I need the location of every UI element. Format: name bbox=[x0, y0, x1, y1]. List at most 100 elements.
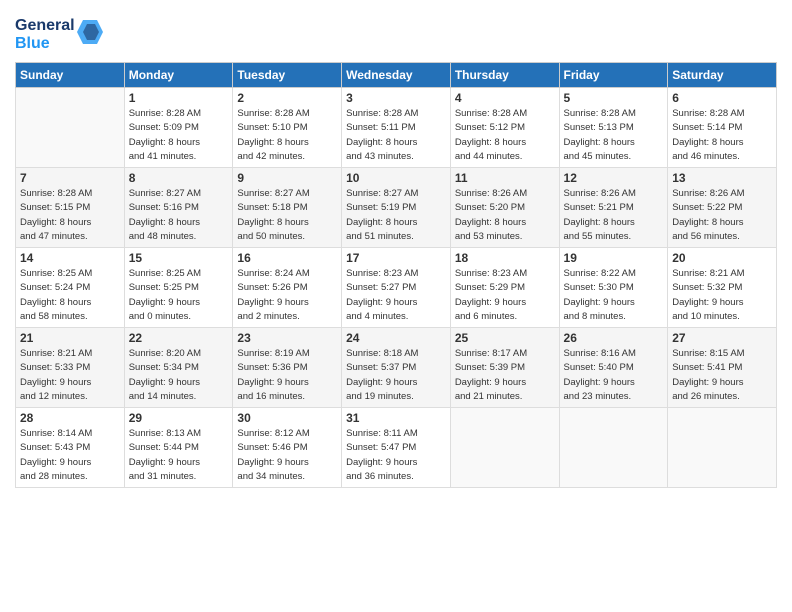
day-info: Sunrise: 8:28 AMSunset: 5:10 PMDaylight:… bbox=[237, 107, 337, 164]
svg-text:Blue: Blue bbox=[15, 35, 50, 52]
calendar-cell: 18 Sunrise: 8:23 AMSunset: 5:29 PMDayligh… bbox=[450, 248, 559, 328]
calendar-cell: 4 Sunrise: 8:28 AMSunset: 5:12 PMDaylight… bbox=[450, 88, 559, 168]
day-info: Sunrise: 8:17 AMSunset: 5:39 PMDaylight:… bbox=[455, 347, 555, 404]
calendar-cell: 8Sunrise: 8:27 AMSunset: 5:16 PMDaylight… bbox=[124, 168, 233, 248]
calendar-cell: 23 Sunrise: 8:19 AMSunset: 5:36 PMDayligh… bbox=[233, 328, 342, 408]
page-header: General Blue bbox=[15, 10, 777, 54]
day-info: Sunrise: 8:28 AMSunset: 5:09 PMDaylight:… bbox=[129, 107, 229, 164]
calendar-cell: 19 Sunrise: 8:22 AMSunset: 5:30 PMDayligh… bbox=[559, 248, 668, 328]
day-number: 14 bbox=[20, 251, 120, 265]
week-row-1: 1 Sunrise: 8:28 AMSunset: 5:09 PMDaylight… bbox=[16, 88, 777, 168]
day-number: 5 bbox=[564, 91, 664, 105]
week-row-2: 7 Sunrise: 8:28 AMSunset: 5:15 PMDaylight… bbox=[16, 168, 777, 248]
day-number: 27 bbox=[672, 331, 772, 345]
day-info: Sunrise: 8:23 AMSunset: 5:29 PMDaylight:… bbox=[455, 267, 555, 324]
day-number: 2 bbox=[237, 91, 337, 105]
calendar-cell: 6Sunrise: 8:28 AMSunset: 5:14 PMDaylight… bbox=[668, 88, 777, 168]
day-number: 1 bbox=[129, 91, 229, 105]
day-info: Sunrise: 8:26 AMSunset: 5:21 PMDaylight:… bbox=[564, 187, 664, 244]
day-number: 30 bbox=[237, 411, 337, 425]
day-number: 24 bbox=[346, 331, 446, 345]
calendar-cell: 13 Sunrise: 8:26 AMSunset: 5:22 PMDayligh… bbox=[668, 168, 777, 248]
day-info: Sunrise: 8:21 AMSunset: 5:33 PMDaylight:… bbox=[20, 347, 120, 404]
day-number: 17 bbox=[346, 251, 446, 265]
calendar-cell bbox=[668, 408, 777, 488]
day-info: Sunrise: 8:27 AMSunset: 5:19 PMDaylight:… bbox=[346, 187, 446, 244]
calendar-table: SundayMondayTuesdayWednesdayThursdayFrid… bbox=[15, 62, 777, 488]
calendar-cell: 1 Sunrise: 8:28 AMSunset: 5:09 PMDaylight… bbox=[124, 88, 233, 168]
day-number: 12 bbox=[564, 171, 664, 185]
day-number: 25 bbox=[455, 331, 555, 345]
weekday-header-friday: Friday bbox=[559, 63, 668, 88]
weekday-header-row: SundayMondayTuesdayWednesdayThursdayFrid… bbox=[16, 63, 777, 88]
day-number: 6 bbox=[672, 91, 772, 105]
day-info: Sunrise: 8:11 AMSunset: 5:47 PMDaylight:… bbox=[346, 427, 446, 484]
calendar-cell: 17 Sunrise: 8:23 AMSunset: 5:27 PMDayligh… bbox=[342, 248, 451, 328]
day-info: Sunrise: 8:28 AMSunset: 5:12 PMDaylight:… bbox=[455, 107, 555, 164]
day-number: 18 bbox=[455, 251, 555, 265]
calendar-cell: 3Sunrise: 8:28 AMSunset: 5:11 PMDaylight… bbox=[342, 88, 451, 168]
day-info: Sunrise: 8:19 AMSunset: 5:36 PMDaylight:… bbox=[237, 347, 337, 404]
day-number: 4 bbox=[455, 91, 555, 105]
svg-text:General: General bbox=[15, 17, 75, 34]
calendar-cell: 15 Sunrise: 8:25 AMSunset: 5:25 PMDayligh… bbox=[124, 248, 233, 328]
day-number: 19 bbox=[564, 251, 664, 265]
day-number: 21 bbox=[20, 331, 120, 345]
day-info: Sunrise: 8:20 AMSunset: 5:34 PMDaylight:… bbox=[129, 347, 229, 404]
day-info: Sunrise: 8:22 AMSunset: 5:30 PMDaylight:… bbox=[564, 267, 664, 324]
calendar-cell: 16 Sunrise: 8:24 AMSunset: 5:26 PMDayligh… bbox=[233, 248, 342, 328]
calendar-cell: 26Sunrise: 8:16 AMSunset: 5:40 PMDayligh… bbox=[559, 328, 668, 408]
calendar-cell: 5 Sunrise: 8:28 AMSunset: 5:13 PMDaylight… bbox=[559, 88, 668, 168]
day-number: 9 bbox=[237, 171, 337, 185]
day-info: Sunrise: 8:14 AMSunset: 5:43 PMDaylight:… bbox=[20, 427, 120, 484]
calendar-cell: 20Sunrise: 8:21 AMSunset: 5:32 PMDayligh… bbox=[668, 248, 777, 328]
day-number: 16 bbox=[237, 251, 337, 265]
day-number: 11 bbox=[455, 171, 555, 185]
calendar-cell: 2 Sunrise: 8:28 AMSunset: 5:10 PMDaylight… bbox=[233, 88, 342, 168]
day-number: 7 bbox=[20, 171, 120, 185]
day-info: Sunrise: 8:24 AMSunset: 5:26 PMDaylight:… bbox=[237, 267, 337, 324]
calendar-cell: 9Sunrise: 8:27 AMSunset: 5:18 PMDaylight… bbox=[233, 168, 342, 248]
calendar-cell: 11 Sunrise: 8:26 AMSunset: 5:20 PMDayligh… bbox=[450, 168, 559, 248]
day-info: Sunrise: 8:12 AMSunset: 5:46 PMDaylight:… bbox=[237, 427, 337, 484]
day-info: Sunrise: 8:26 AMSunset: 5:20 PMDaylight:… bbox=[455, 187, 555, 244]
weekday-header-monday: Monday bbox=[124, 63, 233, 88]
logo-svg: General Blue bbox=[15, 10, 105, 54]
day-number: 26 bbox=[564, 331, 664, 345]
calendar-cell: 28 Sunrise: 8:14 AMSunset: 5:43 PMDayligh… bbox=[16, 408, 125, 488]
day-info: Sunrise: 8:28 AMSunset: 5:13 PMDaylight:… bbox=[564, 107, 664, 164]
day-number: 15 bbox=[129, 251, 229, 265]
calendar-cell: 21 Sunrise: 8:21 AMSunset: 5:33 PMDayligh… bbox=[16, 328, 125, 408]
week-row-5: 28 Sunrise: 8:14 AMSunset: 5:43 PMDayligh… bbox=[16, 408, 777, 488]
day-info: Sunrise: 8:23 AMSunset: 5:27 PMDaylight:… bbox=[346, 267, 446, 324]
day-info: Sunrise: 8:28 AMSunset: 5:15 PMDaylight:… bbox=[20, 187, 120, 244]
weekday-header-thursday: Thursday bbox=[450, 63, 559, 88]
calendar-cell: 31 Sunrise: 8:11 AMSunset: 5:47 PMDayligh… bbox=[342, 408, 451, 488]
day-number: 13 bbox=[672, 171, 772, 185]
day-info: Sunrise: 8:26 AMSunset: 5:22 PMDaylight:… bbox=[672, 187, 772, 244]
week-row-4: 21 Sunrise: 8:21 AMSunset: 5:33 PMDayligh… bbox=[16, 328, 777, 408]
day-number: 31 bbox=[346, 411, 446, 425]
day-info: Sunrise: 8:21 AMSunset: 5:32 PMDaylight:… bbox=[672, 267, 772, 324]
day-info: Sunrise: 8:18 AMSunset: 5:37 PMDaylight:… bbox=[346, 347, 446, 404]
day-info: Sunrise: 8:28 AMSunset: 5:11 PMDaylight:… bbox=[346, 107, 446, 164]
day-number: 22 bbox=[129, 331, 229, 345]
calendar-cell: 12 Sunrise: 8:26 AMSunset: 5:21 PMDayligh… bbox=[559, 168, 668, 248]
day-number: 28 bbox=[20, 411, 120, 425]
week-row-3: 14Sunrise: 8:25 AMSunset: 5:24 PMDayligh… bbox=[16, 248, 777, 328]
day-info: Sunrise: 8:13 AMSunset: 5:44 PMDaylight:… bbox=[129, 427, 229, 484]
calendar-page: General Blue SundayMondayTuesdayWednesda… bbox=[0, 0, 792, 612]
calendar-cell: 27 Sunrise: 8:15 AMSunset: 5:41 PMDayligh… bbox=[668, 328, 777, 408]
calendar-cell: 29Sunrise: 8:13 AMSunset: 5:44 PMDayligh… bbox=[124, 408, 233, 488]
weekday-header-saturday: Saturday bbox=[668, 63, 777, 88]
calendar-cell bbox=[16, 88, 125, 168]
calendar-cell: 25 Sunrise: 8:17 AMSunset: 5:39 PMDayligh… bbox=[450, 328, 559, 408]
day-info: Sunrise: 8:27 AMSunset: 5:16 PMDaylight:… bbox=[129, 187, 229, 244]
day-info: Sunrise: 8:15 AMSunset: 5:41 PMDaylight:… bbox=[672, 347, 772, 404]
calendar-cell bbox=[450, 408, 559, 488]
day-number: 23 bbox=[237, 331, 337, 345]
logo: General Blue bbox=[15, 10, 105, 54]
weekday-header-sunday: Sunday bbox=[16, 63, 125, 88]
day-info: Sunrise: 8:25 AMSunset: 5:25 PMDaylight:… bbox=[129, 267, 229, 324]
calendar-cell: 7 Sunrise: 8:28 AMSunset: 5:15 PMDaylight… bbox=[16, 168, 125, 248]
